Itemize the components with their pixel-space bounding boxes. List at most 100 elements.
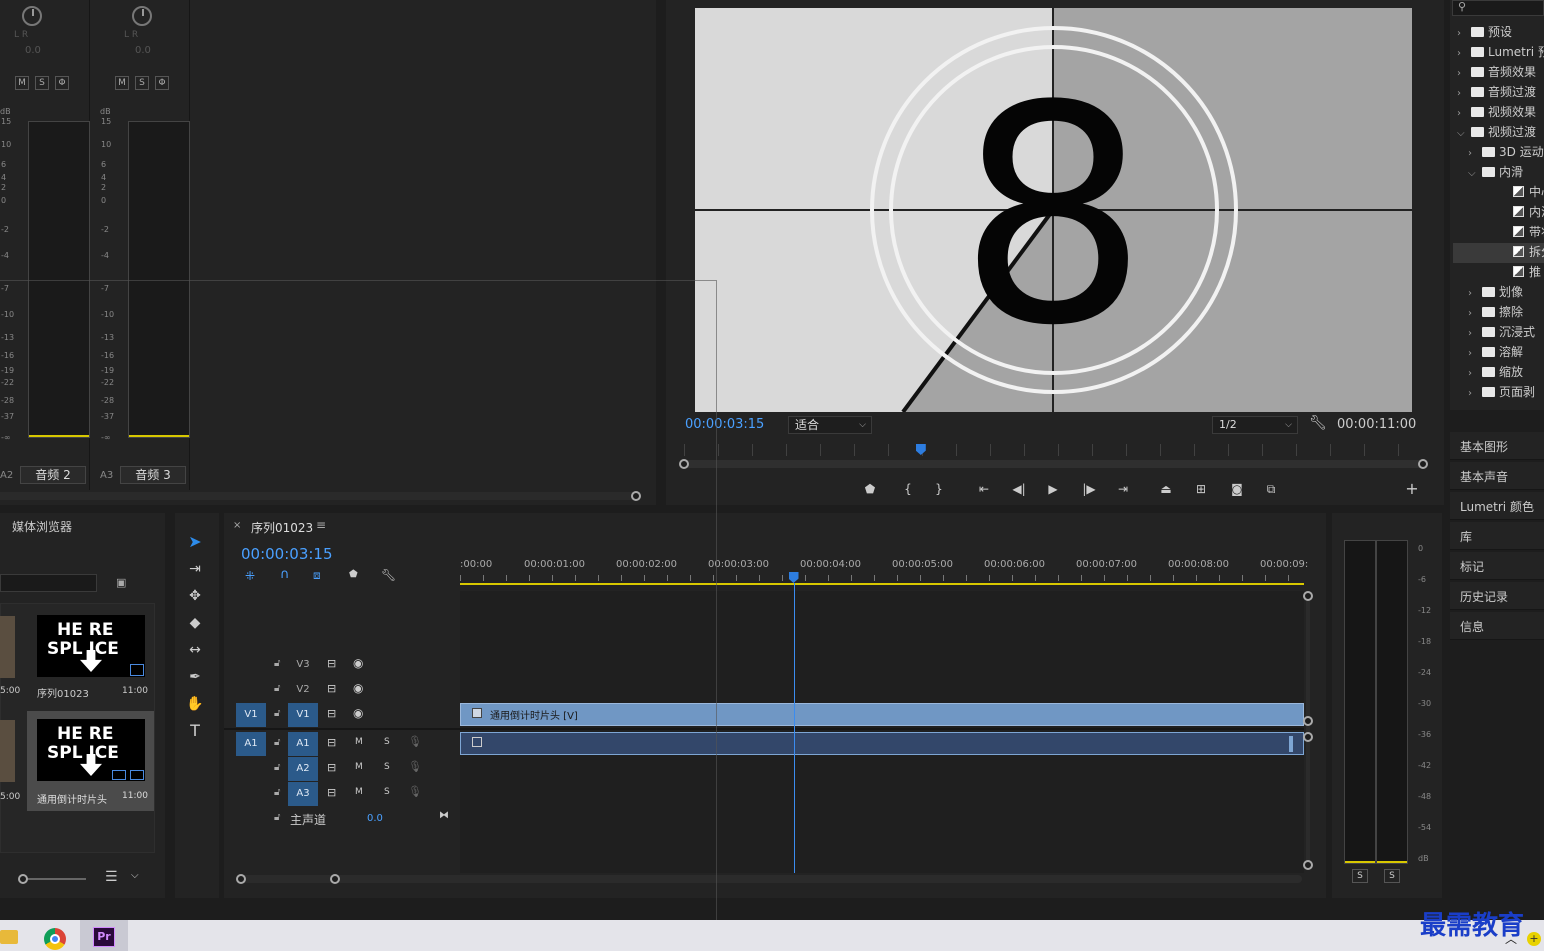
chevron-down-icon[interactable]: ⌵ xyxy=(131,870,139,881)
sync-lock-icon[interactable]: ⊟ xyxy=(327,707,336,720)
lock-icon[interactable]: 🔓︎ xyxy=(274,762,280,773)
audio-clip[interactable] xyxy=(460,732,1304,755)
effect-folder[interactable]: ⌵ 视频过渡 xyxy=(1457,123,1536,143)
audio-track-header[interactable]: A1 🔓︎ A1 ⊟ M S 🎙︎ xyxy=(224,732,457,756)
chevron-right-icon[interactable]: › xyxy=(1457,68,1467,79)
sync-lock-icon[interactable]: ⊟ xyxy=(327,786,336,799)
go-to-in-icon[interactable]: ⇤ xyxy=(974,480,994,498)
effect-folder[interactable]: › 划像 xyxy=(1468,283,1523,303)
effect-item[interactable]: 推 xyxy=(1479,263,1541,283)
vscroll-mid-icon[interactable] xyxy=(1303,716,1313,726)
chevron-right-icon[interactable]: › xyxy=(1457,88,1467,99)
linked-selection-icon[interactable]: ⧈ xyxy=(313,568,321,583)
mute-button[interactable]: M xyxy=(355,787,363,797)
add-button-icon[interactable]: + xyxy=(1402,480,1422,498)
source-patch-toggle[interactable]: V1 xyxy=(236,703,266,727)
scroll-handle-icon[interactable] xyxy=(631,491,641,501)
effect-folder[interactable]: › Lumetri 预 xyxy=(1457,43,1544,63)
resolution-dropdown[interactable]: 1/2 ⌵ xyxy=(1212,416,1298,434)
effect-folder[interactable]: › 页面剥 xyxy=(1468,383,1535,403)
sort-icon[interactable]: ☰ xyxy=(105,869,118,885)
record-button[interactable]: Φ xyxy=(55,76,69,90)
step-back-icon[interactable]: ◀| xyxy=(1009,480,1029,498)
zoom-right-handle-icon[interactable] xyxy=(1418,459,1428,469)
panel-tab-item[interactable]: 标记 xyxy=(1450,552,1544,580)
record-button[interactable]: Φ xyxy=(155,76,169,90)
effect-folder[interactable]: › 沉浸式 xyxy=(1468,323,1535,343)
audio-track-header[interactable]: 🔓︎ A3 ⊟ M S 🎙︎ xyxy=(224,782,457,806)
track-target-toggle[interactable]: V2 xyxy=(288,678,318,702)
go-to-out-icon[interactable]: ⇥ xyxy=(1113,480,1133,498)
effect-folder[interactable]: ⌵ 内滑 xyxy=(1468,163,1523,183)
eye-icon[interactable]: ◉ xyxy=(353,706,363,720)
video-track-header[interactable]: V1 🔓︎ V1 ⊟ ◉ xyxy=(224,703,457,727)
chevron-down-icon[interactable]: ⌵ xyxy=(1457,128,1467,139)
chevron-right-icon[interactable]: › xyxy=(1457,108,1467,119)
ripple-edit-tool-icon[interactable]: ✥ xyxy=(185,586,205,606)
mute-button[interactable]: M xyxy=(15,76,29,90)
mark-in-icon[interactable]: { xyxy=(898,480,918,498)
close-icon[interactable]: × xyxy=(233,520,241,531)
track-target-toggle[interactable]: A2 xyxy=(288,757,318,781)
panel-tab-item[interactable]: 信息 xyxy=(1450,612,1544,640)
timeline-h-scrollbar[interactable] xyxy=(240,875,1302,883)
media-search-field[interactable] xyxy=(0,574,97,592)
solo-button[interactable]: S xyxy=(135,76,149,90)
chevron-right-icon[interactable]: › xyxy=(1468,328,1478,339)
effect-item[interactable]: 拆分 xyxy=(1453,243,1544,263)
media-item-sequence[interactable]: HE RE SPL ICE 序列01023 11:00 xyxy=(28,607,154,704)
microphone-icon[interactable]: 🎙︎ xyxy=(408,785,422,798)
timeline-settings-icon[interactable]: 🔧︎ xyxy=(381,568,396,582)
chevron-right-icon[interactable]: › xyxy=(1457,28,1467,39)
source-patch-toggle[interactable]: A1 xyxy=(236,732,266,756)
solo-left-button[interactable]: S xyxy=(1352,869,1368,883)
comparison-view-icon[interactable]: ⧉ xyxy=(1261,480,1281,498)
solo-button[interactable]: S xyxy=(384,787,390,797)
lock-icon[interactable]: 🔓︎ xyxy=(274,812,280,823)
chevron-right-icon[interactable]: › xyxy=(1468,308,1478,319)
chevron-right-icon[interactable]: › xyxy=(1468,368,1478,379)
timeline-timecode[interactable]: 00:00:03:15 xyxy=(241,545,333,563)
track-target-toggle[interactable]: V1 xyxy=(288,703,318,727)
snap-icon[interactable]: ∩ xyxy=(280,567,290,582)
vscroll-mid2-icon[interactable] xyxy=(1303,732,1313,742)
pan-knob-icon[interactable] xyxy=(132,6,152,26)
video-track-header[interactable]: 🔓︎ V2 ⊟ ◉ xyxy=(224,678,457,702)
microphone-icon[interactable]: 🎙︎ xyxy=(408,760,422,773)
chrome-icon[interactable] xyxy=(44,928,66,950)
folder-view-icon[interactable]: ▣ xyxy=(116,576,126,589)
tray-chevron-up-icon[interactable]: ︿ xyxy=(1505,930,1517,947)
wrench-icon[interactable]: 🔧︎ xyxy=(1309,415,1327,431)
chevron-right-icon[interactable]: › xyxy=(1468,288,1478,299)
sync-lock-icon[interactable]: ⊟ xyxy=(327,736,336,749)
premiere-taskbar-button[interactable]: Pr xyxy=(80,920,128,951)
step-forward-icon[interactable]: |▶ xyxy=(1079,480,1099,498)
zoom-slider-handle-icon[interactable] xyxy=(18,874,28,884)
microphone-icon[interactable]: 🎙︎ xyxy=(408,735,422,748)
media-browser-tab[interactable]: 媒体浏览器 xyxy=(12,518,72,535)
effect-item[interactable]: 中心 xyxy=(1479,183,1544,203)
pan-knob-icon[interactable] xyxy=(22,6,42,26)
file-explorer-icon[interactable] xyxy=(0,930,18,944)
lock-icon[interactable]: 🔓︎ xyxy=(274,708,280,719)
timeline-v-scrollbar[interactable] xyxy=(1306,595,1310,865)
effect-folder[interactable]: › 音频过渡 xyxy=(1457,83,1536,103)
add-marker-icon[interactable]: ⬟ xyxy=(349,569,358,580)
hand-tool-icon[interactable]: ✋ xyxy=(185,694,205,714)
eye-icon[interactable]: ◉ xyxy=(353,681,363,695)
menu-icon[interactable]: ≡ xyxy=(316,518,326,532)
panel-tab-item[interactable]: 基本声音 xyxy=(1450,462,1544,490)
media-item-countdown[interactable]: HE RE SPL ICE 通用倒计时片头 11:00 xyxy=(27,711,154,811)
search-input[interactable]: ⚲ xyxy=(1452,0,1544,16)
effect-folder[interactable]: › 擦除 xyxy=(1468,303,1523,323)
track-target-toggle[interactable]: V3 xyxy=(288,653,318,677)
panel-tab-item[interactable]: Lumetri 颜色 xyxy=(1450,492,1544,520)
lock-icon[interactable]: 🔓︎ xyxy=(274,658,280,669)
pen-tool-icon[interactable]: ✒ xyxy=(185,667,205,687)
sync-lock-icon[interactable]: ⊟ xyxy=(327,682,336,695)
monitor-time-ruler[interactable] xyxy=(684,444,1424,456)
lock-icon[interactable]: 🔓︎ xyxy=(274,787,280,798)
lock-icon[interactable]: 🔓︎ xyxy=(274,737,280,748)
panel-tab-item[interactable]: 库 xyxy=(1450,522,1544,550)
solo-button[interactable]: S xyxy=(35,76,49,90)
